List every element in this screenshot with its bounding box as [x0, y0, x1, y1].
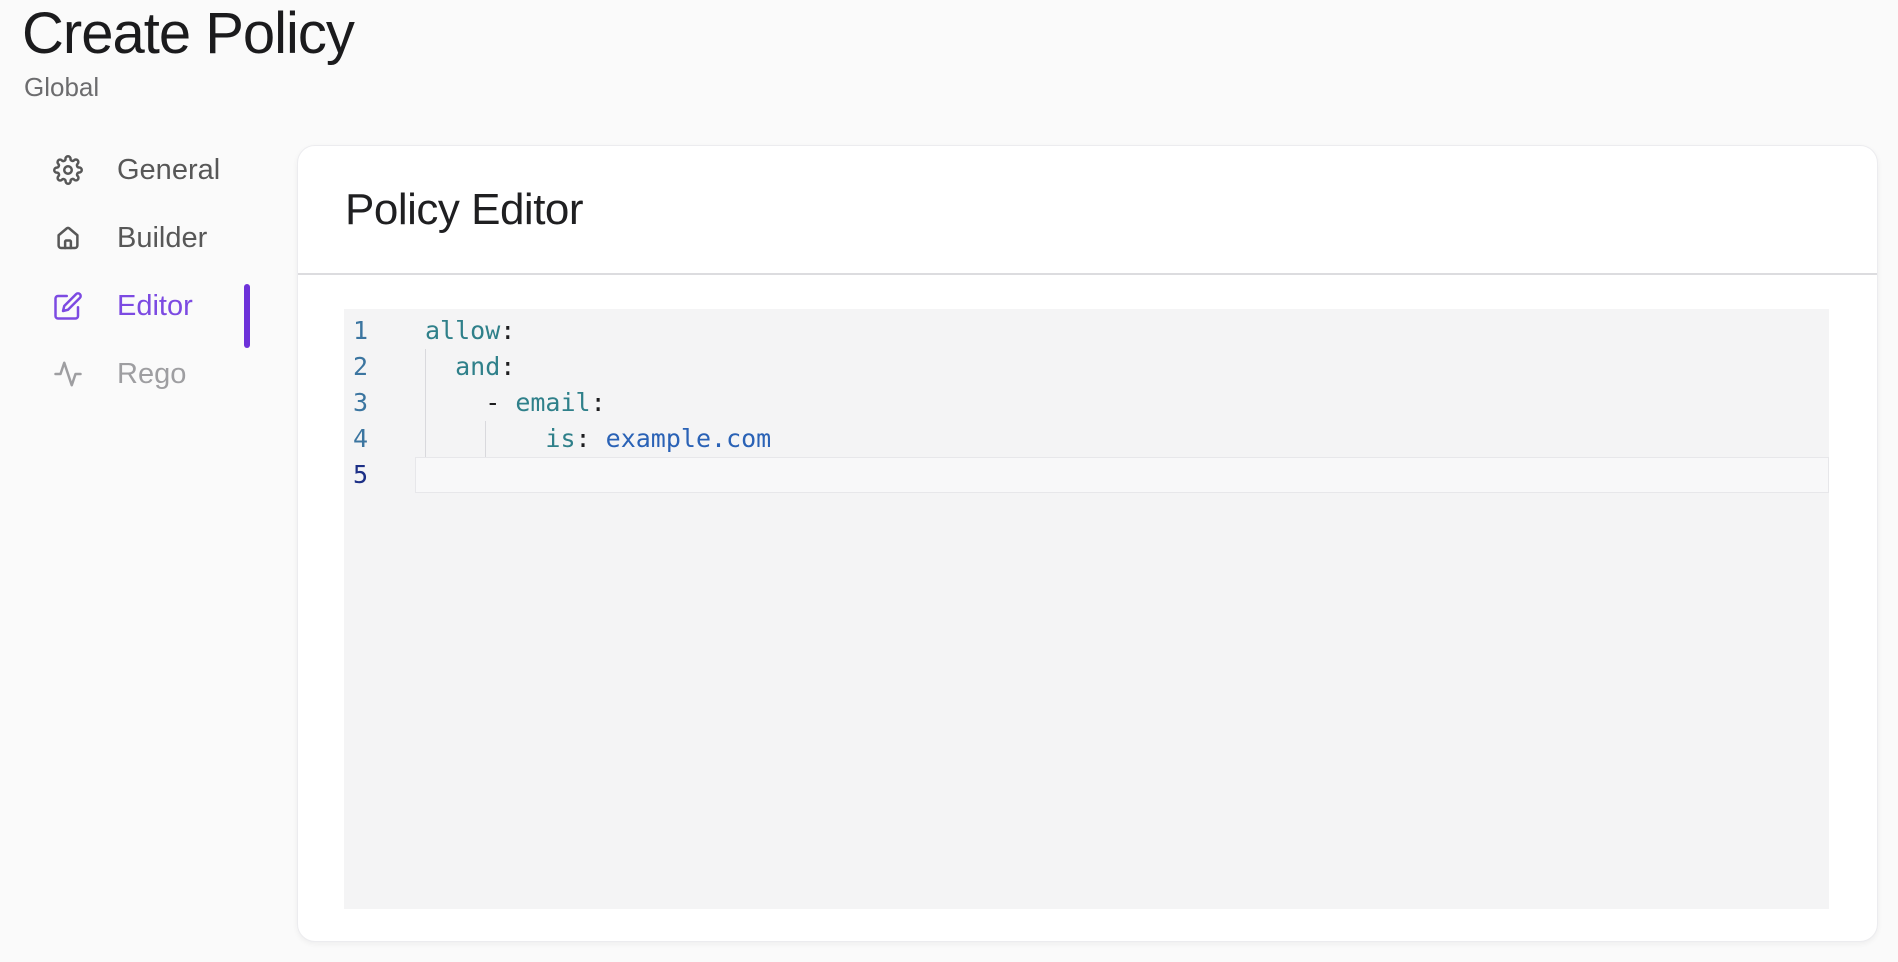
- line-number: 2: [344, 349, 415, 385]
- card-title: Policy Editor: [345, 185, 583, 235]
- code-line[interactable]: 2 and:: [344, 349, 1829, 385]
- policy-nav: General Builder Editor: [0, 136, 252, 408]
- code-line[interactable]: 1allow:: [344, 313, 1829, 349]
- sidebar-item-general[interactable]: General: [0, 136, 252, 204]
- code-line-content: allow:: [415, 313, 1829, 349]
- sidebar-item-label: Builder: [117, 224, 207, 253]
- line-number: 4: [344, 421, 415, 457]
- sidebar-item-rego[interactable]: Rego: [0, 340, 252, 408]
- page-subtitle: Global: [24, 72, 99, 102]
- code-line-content: - email:: [415, 385, 1829, 421]
- edit-icon: [53, 291, 83, 321]
- sidebar-item-label: Editor: [117, 292, 193, 321]
- activity-icon: [53, 359, 83, 389]
- policy-editor-card: Policy Editor 1allow:2 and:3 - email:4 i…: [297, 145, 1878, 942]
- code-line[interactable]: 5: [344, 457, 1829, 493]
- line-number: 1: [344, 313, 415, 349]
- code-line-content: [415, 457, 1829, 493]
- page-title: Create Policy: [22, 2, 354, 66]
- sidebar-item-builder[interactable]: Builder: [0, 204, 252, 272]
- gear-icon: [53, 155, 83, 185]
- sidebar-item-label: General: [117, 156, 220, 185]
- yaml-code-editor[interactable]: 1allow:2 and:3 - email:4 is: example.com…: [344, 309, 1829, 909]
- sidebar-item-label: Rego: [117, 360, 186, 389]
- home-icon: [53, 223, 83, 253]
- create-policy-page: Create Policy Global General Builder: [0, 0, 1898, 962]
- code-line[interactable]: 4 is: example.com: [344, 421, 1829, 457]
- code-line[interactable]: 3 - email:: [344, 385, 1829, 421]
- code-lines: 1allow:2 and:3 - email:4 is: example.com…: [344, 313, 1829, 493]
- code-line-content: and:: [415, 349, 1829, 385]
- code-line-content: is: example.com: [415, 421, 1829, 457]
- active-tab-indicator: [244, 284, 250, 348]
- line-number: 3: [344, 385, 415, 421]
- sidebar-item-editor[interactable]: Editor: [0, 272, 252, 340]
- card-header: Policy Editor: [298, 146, 1877, 275]
- line-number: 5: [344, 457, 415, 493]
